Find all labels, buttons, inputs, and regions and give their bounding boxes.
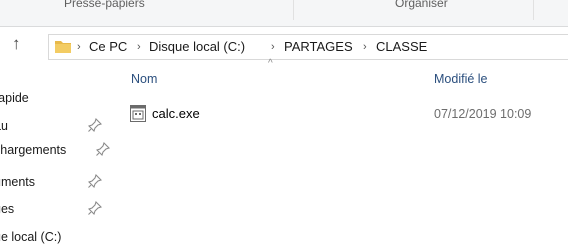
nav-item-downloads[interactable]: chargements xyxy=(0,139,110,161)
pin-icon xyxy=(88,201,102,215)
column-header-modified[interactable]: Modifié le xyxy=(434,64,488,94)
column-header-name[interactable]: Nom xyxy=(131,64,157,94)
pin-icon xyxy=(96,142,110,156)
nav-item-quick-access[interactable]: rapide xyxy=(0,87,110,109)
nav-item-label: uments xyxy=(0,175,35,189)
nav-item-label: chargements xyxy=(0,143,67,157)
breadcrumb-separator[interactable]: › xyxy=(271,39,275,55)
ribbon-group-organize-label: Organiser xyxy=(395,0,448,10)
ribbon-separator xyxy=(293,0,294,20)
nav-item-label: ges xyxy=(0,202,15,216)
sort-ascending-icon: ^ xyxy=(268,58,273,69)
breadcrumb-local-disk[interactable]: Disque local (C:) xyxy=(149,39,245,55)
nav-item-local-disk[interactable]: ue local (C:) xyxy=(0,226,110,248)
folder-icon xyxy=(55,41,71,53)
nav-item-label: rapide xyxy=(0,91,29,105)
ribbon-separator xyxy=(533,0,534,20)
breadcrumb-classe[interactable]: CLASSE xyxy=(376,39,427,55)
nav-item-label: au xyxy=(0,119,8,133)
nav-item-label: ue local (C:) xyxy=(0,230,62,244)
ribbon-group-clipboard-label: Presse-papiers xyxy=(64,0,145,10)
navigation-pane: rapide au chargements uments ges ue loca… xyxy=(0,63,110,251)
nav-item-desktop[interactable]: au xyxy=(0,115,110,137)
nav-item-documents[interactable]: uments xyxy=(0,171,110,193)
file-name: calc.exe xyxy=(152,106,200,121)
address-bar[interactable]: › Ce PC › Disque local (C:) › PARTAGES ›… xyxy=(48,34,568,60)
ribbon: Presse-papiers Organiser xyxy=(0,0,568,27)
exe-file-icon xyxy=(130,105,146,122)
nav-item-pictures[interactable]: ges xyxy=(0,198,110,220)
file-modified-date: 07/12/2019 10:09 xyxy=(434,107,532,121)
pin-icon xyxy=(88,174,102,188)
breadcrumb-separator[interactable]: › xyxy=(137,39,141,55)
address-row: ↑ › Ce PC › Disque local (C:) › PARTAGES… xyxy=(0,27,568,63)
breadcrumb-this-pc[interactable]: Ce PC xyxy=(89,39,127,55)
pin-icon xyxy=(88,118,102,132)
breadcrumb-partages[interactable]: PARTAGES xyxy=(284,39,353,55)
file-row[interactable]: calc.exe 07/12/2019 10:09 xyxy=(124,103,564,125)
arrow-up-icon[interactable]: ↑ xyxy=(12,32,21,56)
breadcrumb-separator[interactable]: › xyxy=(77,39,81,55)
breadcrumb-separator[interactable]: › xyxy=(363,39,367,55)
